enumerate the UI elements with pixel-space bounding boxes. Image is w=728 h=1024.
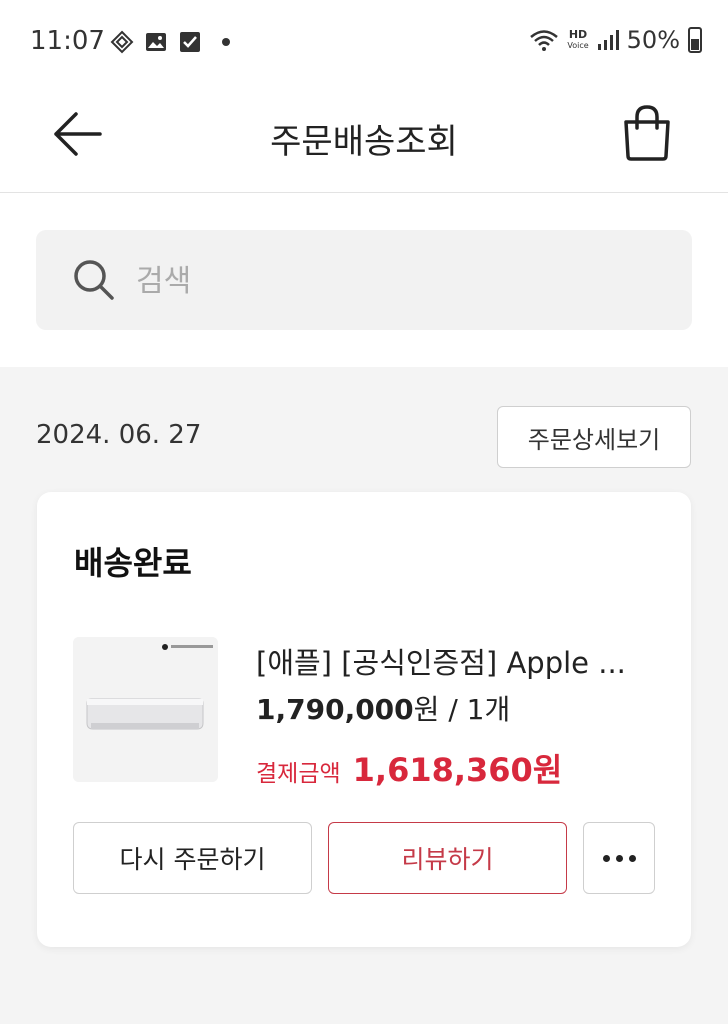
order-date: 2024. 06. 27 (36, 420, 202, 450)
product-thumbnail[interactable] (73, 637, 218, 782)
status-bar: 11:07 HD Voice 50% (0, 0, 728, 88)
page-title: 주문배송조회 (270, 122, 458, 162)
more-notifications-dot-icon (222, 38, 230, 46)
gallery-icon (146, 33, 166, 51)
checkbox-icon (180, 32, 200, 52)
product-quantity: / 1개 (448, 693, 511, 726)
order-card: 배송완료 [애플] [공식인증점] Apple ... 1,790,000원 /… (37, 492, 691, 947)
notification-icons (110, 30, 230, 54)
review-button[interactable]: 리뷰하기 (328, 822, 567, 894)
shopping-bag-icon[interactable] (620, 102, 674, 162)
search-box[interactable] (36, 230, 692, 330)
mac-mini-image (73, 637, 218, 782)
reorder-button[interactable]: 다시 주문하기 (73, 822, 312, 894)
price-unit: 원 (413, 693, 440, 726)
more-options-button[interactable] (583, 822, 655, 894)
battery-icon (688, 27, 702, 53)
app-notification-icon (110, 30, 134, 54)
top-app-bar: 주문배송조회 (0, 88, 728, 193)
battery-percent: 50% (626, 26, 680, 54)
signal-icon (597, 30, 619, 50)
delivery-status: 배송완료 (74, 544, 192, 582)
search-icon (74, 260, 114, 300)
payment-line: 결제금액 1,618,360원 (256, 745, 562, 791)
wifi-icon (530, 30, 559, 51)
product-price-line: 1,790,000원 / 1개 (256, 688, 510, 728)
payment-label: 결제금액 (256, 761, 341, 787)
search-section (0, 193, 728, 367)
payment-amount: 1,618,360원 (352, 751, 563, 789)
search-input[interactable] (134, 256, 658, 306)
order-detail-button[interactable]: 주문상세보기 (497, 406, 691, 468)
more-dots-icon (602, 854, 636, 862)
product-name[interactable]: [애플] [공식인증점] Apple ... (256, 640, 666, 682)
hd-voice-icon: HD Voice (567, 28, 589, 50)
status-time: 11:07 (30, 26, 105, 56)
status-indicators: HD Voice 50% (529, 26, 702, 54)
product-price: 1,790,000 (256, 693, 414, 726)
